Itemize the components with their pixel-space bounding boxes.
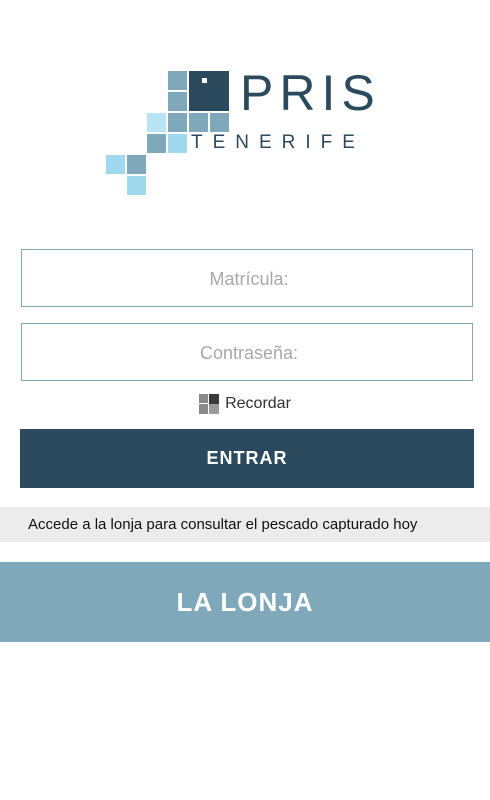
logo-tile [147, 113, 166, 132]
logo-eye [202, 78, 207, 83]
remember-label: Recordar [225, 395, 291, 412]
remember-toggle[interactable]: Recordar [0, 393, 490, 415]
info-banner: Accede a la lonja para consultar el pesc… [0, 507, 490, 542]
logo-tile [168, 92, 187, 111]
remember-checkbox-icon[interactable] [199, 394, 220, 414]
logo-subtitle: TENERIFE [191, 132, 365, 153]
logo-tile [189, 113, 208, 132]
logo-tile [127, 176, 146, 195]
password-field[interactable] [21, 323, 476, 382]
logo-tile [106, 155, 125, 174]
license-input[interactable] [22, 250, 476, 308]
logo-tile [127, 155, 146, 174]
logo-brand: PRIS [240, 65, 381, 121]
logo-tile [168, 71, 187, 90]
license-field[interactable] [21, 249, 476, 308]
info-text: Accede a la lonja para consultar el pesc… [28, 516, 418, 533]
lonja-button[interactable]: LA LONJA [0, 562, 490, 642]
logo-tile [189, 71, 229, 111]
logo-tile [147, 134, 166, 153]
app-logo: PRIS TENERIFE [0, 0, 490, 210]
lonja-label: LA LONJA [176, 586, 314, 617]
logo-tile [168, 113, 187, 132]
password-input[interactable] [22, 324, 476, 382]
logo-tile [168, 134, 187, 153]
logo-tile [210, 113, 229, 132]
login-button[interactable]: ENTRAR [20, 429, 474, 488]
